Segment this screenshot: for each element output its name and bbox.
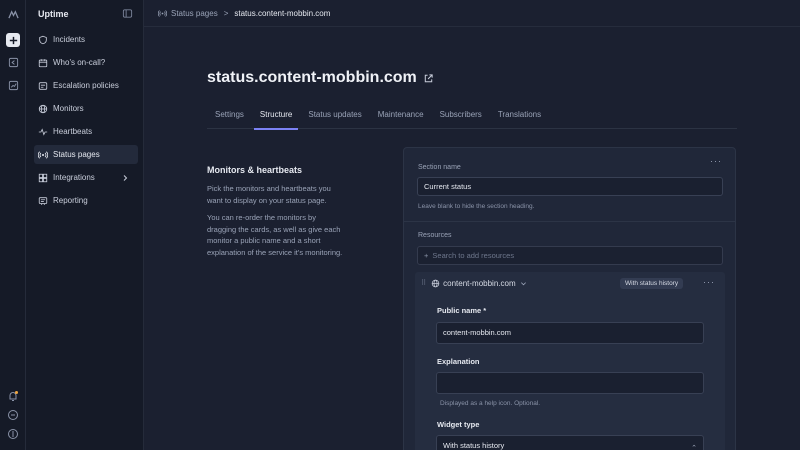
sidebar-item-heartbeats[interactable]: Heartbeats bbox=[34, 122, 138, 141]
section-name-input[interactable]: Current status bbox=[417, 177, 723, 196]
tabs: Settings Structure Status updates Mainte… bbox=[207, 104, 737, 130]
chevron-down-icon[interactable] bbox=[520, 280, 527, 287]
collapse-sidebar-icon[interactable] bbox=[122, 8, 133, 19]
external-link-icon[interactable] bbox=[423, 73, 434, 84]
more-options-icon[interactable]: ··· bbox=[710, 156, 722, 166]
explanation-input[interactable] bbox=[436, 372, 704, 394]
widget-type-value: With status history bbox=[443, 441, 505, 450]
pulse-icon bbox=[38, 127, 48, 136]
breadcrumb-current: status.content-mobbin.com bbox=[234, 9, 331, 18]
tab-maintenance[interactable]: Maintenance bbox=[370, 104, 432, 129]
sidebar-item-label: Heartbeats bbox=[53, 127, 93, 136]
plus-icon: + bbox=[424, 251, 429, 260]
puzzle-icon bbox=[38, 173, 48, 182]
report-icon bbox=[38, 196, 48, 205]
resource-card: ⠿ content-mobbin.com With status history… bbox=[415, 272, 725, 450]
sidebar: Uptime Incidents Who's on-call? Escalati… bbox=[26, 0, 144, 450]
sidebar-nav: Incidents Who's on-call? Escalation poli… bbox=[34, 30, 138, 214]
chevron-up-down-icon: ⌃ bbox=[691, 445, 697, 450]
drag-handle-icon[interactable]: ⠿ bbox=[421, 279, 426, 287]
uptime-app-icon[interactable] bbox=[6, 33, 20, 47]
sidebar-item-reporting[interactable]: Reporting bbox=[34, 191, 138, 210]
sidebar-item-label: Incidents bbox=[53, 35, 86, 44]
main-content: status.content-mobbin.com Settings Struc… bbox=[144, 27, 800, 450]
search-placeholder: Search to add resources bbox=[432, 251, 515, 260]
section-title: Monitors & heartbeats bbox=[207, 165, 303, 175]
breadcrumb: Status pages > status.content-mobbin.com bbox=[158, 9, 330, 18]
page-title-text: status.content-mobbin.com bbox=[207, 69, 417, 86]
icon-rail bbox=[0, 0, 26, 450]
app-title: Uptime bbox=[38, 9, 69, 19]
sidebar-item-on-call[interactable]: Who's on-call? bbox=[34, 53, 138, 72]
public-name-label: Public name * bbox=[437, 306, 487, 315]
breadcrumb-parent-link[interactable]: Status pages bbox=[171, 9, 218, 18]
logo-icon[interactable] bbox=[6, 7, 20, 21]
dashboards-app-icon[interactable] bbox=[6, 78, 20, 92]
explanation-hint: Displayed as a help icon. Optional. bbox=[440, 400, 541, 407]
sidebar-item-label: Who's on-call? bbox=[53, 58, 106, 67]
breadcrumb-separator: > bbox=[223, 9, 229, 18]
logs-app-icon[interactable] bbox=[6, 55, 20, 69]
sidebar-item-label: Status pages bbox=[53, 150, 100, 159]
tab-settings[interactable]: Settings bbox=[207, 104, 252, 129]
section-name-label: Section name bbox=[418, 164, 461, 171]
sidebar-item-label: Reporting bbox=[53, 196, 88, 205]
widget-type-select[interactable]: With status history ⌃ bbox=[436, 435, 704, 450]
sidebar-item-label: Monitors bbox=[53, 104, 84, 113]
sidebar-item-status-pages[interactable]: Status pages bbox=[34, 145, 138, 164]
sidebar-item-integrations[interactable]: Integrations bbox=[34, 168, 138, 187]
divider bbox=[404, 221, 735, 222]
resource-search-input[interactable]: + Search to add resources bbox=[417, 246, 723, 265]
sidebar-item-monitors[interactable]: Monitors bbox=[34, 99, 138, 118]
shield-icon bbox=[39, 35, 47, 44]
globe-icon bbox=[431, 279, 440, 287]
tab-translations[interactable]: Translations bbox=[490, 104, 549, 129]
section-name-hint: Leave blank to hide the section heading. bbox=[418, 203, 535, 210]
resource-name[interactable]: content-mobbin.com bbox=[443, 279, 515, 288]
explanation-label: Explanation bbox=[437, 357, 480, 366]
sidebar-item-incidents[interactable]: Incidents bbox=[34, 30, 138, 49]
status-history-badge: With status history bbox=[620, 278, 684, 289]
tab-status-updates[interactable]: Status updates bbox=[300, 104, 369, 129]
notifications-icon[interactable] bbox=[7, 390, 19, 402]
section-card: ··· Section name Current status Leave bl… bbox=[403, 147, 736, 450]
escalation-icon bbox=[38, 81, 48, 90]
broadcast-icon bbox=[158, 10, 167, 17]
widget-type-label: Widget type bbox=[437, 420, 480, 429]
topbar: Status pages > status.content-mobbin.com bbox=[144, 0, 800, 27]
public-name-input[interactable]: content-mobbin.com bbox=[436, 322, 704, 344]
sidebar-item-label: Integrations bbox=[53, 173, 95, 182]
resources-label: Resources bbox=[418, 232, 452, 239]
account-icon[interactable] bbox=[7, 428, 19, 440]
sidebar-item-label: Escalation policies bbox=[53, 81, 119, 90]
section-description: Pick the monitors and heartbeats you wan… bbox=[207, 184, 331, 205]
section-description-reorder: You can re-order the monitors by draggin… bbox=[207, 213, 343, 257]
resource-more-options-icon[interactable]: ··· bbox=[703, 277, 715, 287]
calendar-icon bbox=[38, 58, 48, 67]
chevron-right-icon bbox=[123, 174, 128, 181]
tab-structure[interactable]: Structure bbox=[252, 104, 300, 130]
help-icon[interactable] bbox=[7, 409, 19, 421]
sidebar-item-escalation-policies[interactable]: Escalation policies bbox=[34, 76, 138, 95]
globe-icon bbox=[38, 104, 48, 113]
tab-subscribers[interactable]: Subscribers bbox=[432, 104, 490, 129]
page-title: status.content-mobbin.com bbox=[207, 69, 434, 87]
broadcast-icon bbox=[38, 150, 48, 159]
